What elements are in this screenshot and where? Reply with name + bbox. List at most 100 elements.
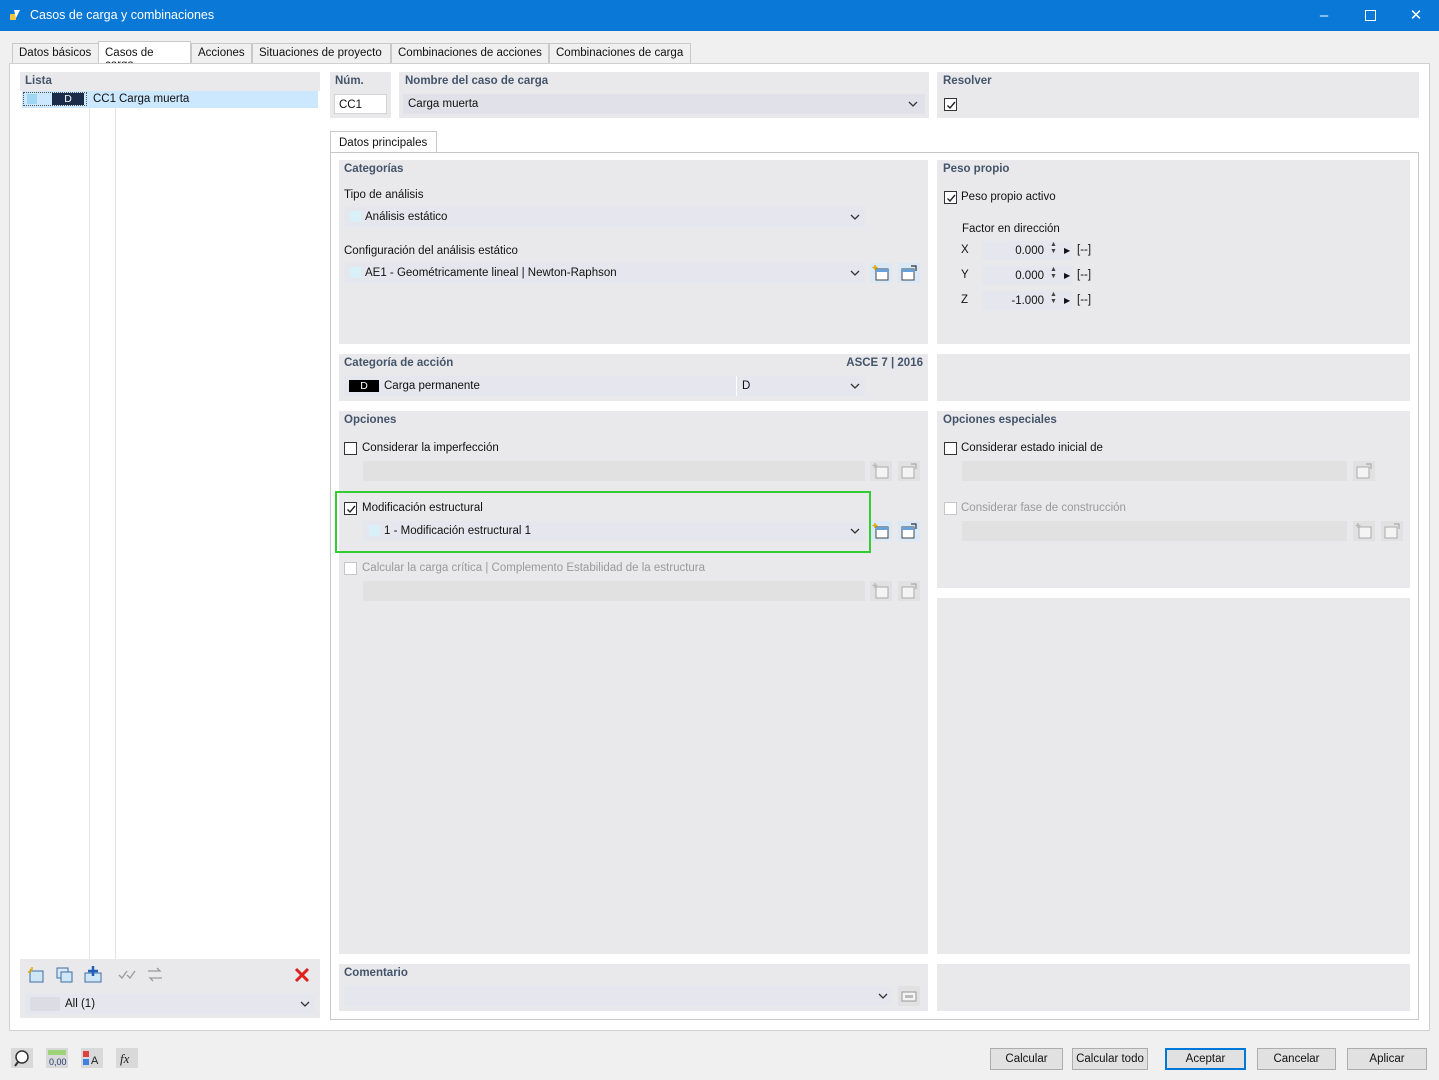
check-all-button[interactable]	[116, 965, 138, 985]
formula-button[interactable]: fx	[115, 1047, 139, 1069]
accion-panel: Categoría de acción ASCE 7 | 2016 D Carg…	[339, 354, 928, 401]
factor-x-unit: [--]	[1077, 244, 1092, 256]
renumber-icon	[148, 967, 162, 982]
initial-state-checkbox[interactable]	[944, 442, 957, 455]
num-field[interactable]: CC1	[334, 94, 387, 114]
formula-icon: fx	[116, 1048, 138, 1068]
chevron-down-icon	[850, 214, 860, 220]
new-item-button[interactable]	[25, 965, 47, 985]
calcular-button[interactable]: Calcular	[990, 1048, 1063, 1070]
edit-construction-button[interactable]	[1381, 521, 1403, 541]
tab-combinaciones-carga[interactable]: Combinaciones de carga	[549, 43, 691, 63]
list-filter-combo[interactable]: All (1)	[25, 994, 315, 1014]
critical-load-checkbox[interactable]	[344, 562, 357, 575]
axis-x-label: X	[961, 244, 969, 256]
tab-datos-basicos[interactable]: Datos básicos	[12, 43, 99, 63]
comentario-side-panel	[937, 964, 1410, 1011]
imperfection-combo[interactable]	[363, 461, 865, 481]
new-construction-button[interactable]	[1353, 521, 1375, 541]
expand-arrow-icon: ▶	[1064, 246, 1071, 255]
new-icon	[1355, 523, 1372, 539]
window-title: Casos de carga y combinaciones	[30, 8, 215, 22]
edit-imperfection-button[interactable]	[898, 461, 920, 481]
new-modification-button[interactable]	[870, 521, 892, 541]
aplicar-button[interactable]: Aplicar	[1347, 1048, 1427, 1070]
list-panel: Lista D CC1 Carga muerta All (1)	[20, 72, 320, 1018]
help-icon	[11, 1048, 33, 1068]
edit-critical-button[interactable]	[898, 581, 920, 601]
list-item[interactable]: D CC1 Carga muerta	[22, 91, 318, 108]
edit-config-button[interactable]	[898, 263, 920, 283]
new-imperfection-button[interactable]	[870, 461, 892, 481]
tab-datos-principales[interactable]: Datos principales	[330, 131, 437, 153]
analysis-type-combo[interactable]: Análisis estático	[344, 207, 865, 227]
static-config-combo[interactable]: AE1 - Geométricamente lineal | Newton-Ra…	[344, 263, 865, 283]
edit-initial-state-button[interactable]	[1353, 461, 1375, 481]
factor-x-input[interactable]: 0.000 ▲ ▼ ▶	[982, 241, 1072, 260]
new-critical-button[interactable]	[870, 581, 892, 601]
peso-propio-panel: Peso propio Peso propio activo Factor en…	[937, 160, 1410, 344]
text-style-button[interactable]: A	[80, 1047, 104, 1069]
factor-y-unit: [--]	[1077, 269, 1092, 281]
tab-situaciones[interactable]: Situaciones de proyecto	[252, 43, 391, 63]
edit-modification-button[interactable]	[898, 521, 920, 541]
case-name-label: Nombre del caso de carga	[405, 75, 549, 87]
list-area: D CC1 Carga muerta	[20, 91, 320, 959]
tab-acciones[interactable]: Acciones	[191, 43, 252, 63]
new-icon	[872, 463, 889, 479]
tab-casos-de-carga[interactable]: Casos de carga	[98, 41, 191, 71]
construction-phase-combo[interactable]	[962, 521, 1347, 541]
edit-icon	[901, 523, 917, 539]
import-item-button[interactable]	[82, 965, 104, 985]
minimize-button[interactable]: –	[1301, 0, 1347, 31]
factor-y-input[interactable]: 0.000 ▲ ▼ ▶	[982, 266, 1072, 285]
maximize-button[interactable]	[1347, 0, 1393, 31]
svg-text:A: A	[91, 1055, 99, 1067]
resolve-checkbox[interactable]	[944, 98, 957, 111]
edit-icon	[1384, 523, 1400, 539]
new-config-button[interactable]	[870, 263, 892, 283]
svg-text:0,00: 0,00	[49, 1057, 67, 1067]
imperfection-checkbox[interactable]	[344, 442, 357, 455]
list-item-name: Carga muerta	[119, 93, 190, 105]
case-name-combo[interactable]: Carga muerta	[403, 94, 925, 114]
new-icon	[872, 583, 889, 599]
static-config-label: Configuración del análisis estático	[344, 245, 518, 257]
copy-item-button[interactable]	[54, 965, 76, 985]
chevron-down-icon	[878, 993, 888, 999]
case-name-panel: Nombre del caso de carga Carga muerta	[399, 72, 929, 118]
copy-icon	[56, 967, 73, 983]
comment-combo[interactable]	[344, 986, 892, 1006]
list-header: Lista	[25, 75, 52, 87]
spin-arrows-icon: ▲ ▼	[1050, 291, 1057, 305]
tab-combinaciones-acciones[interactable]: Combinaciones de acciones	[391, 43, 549, 63]
help-button[interactable]	[10, 1047, 34, 1069]
peso-propio-checkbox[interactable]	[944, 191, 957, 204]
construction-phase-checkbox[interactable]	[944, 502, 957, 515]
peso-propio-label: Peso propio activo	[961, 191, 1056, 203]
axis-z-label: Z	[961, 294, 969, 306]
units-icon: 0,00	[46, 1048, 68, 1068]
accion-code: D	[742, 380, 751, 392]
highlight-frame	[335, 491, 871, 553]
critical-load-combo[interactable]	[363, 581, 865, 601]
factor-z-input[interactable]: -1.000 ▲ ▼ ▶	[982, 291, 1072, 310]
delete-item-button[interactable]	[291, 965, 313, 985]
calcular-todo-button[interactable]: Calcular todo	[1072, 1048, 1148, 1070]
close-window-button[interactable]: ✕	[1393, 0, 1439, 31]
list-item-id: CC1	[93, 93, 117, 105]
aceptar-button[interactable]: Aceptar	[1165, 1048, 1246, 1070]
units-button[interactable]: 0,00	[45, 1047, 69, 1069]
initial-state-combo[interactable]	[962, 461, 1347, 481]
new-icon	[872, 523, 889, 539]
comment-library-button[interactable]	[898, 986, 920, 1006]
num-panel: Núm. CC1	[330, 72, 391, 118]
list-item-badge: D	[52, 93, 84, 105]
cancelar-button[interactable]: Cancelar	[1257, 1048, 1336, 1070]
accion-combo[interactable]: D Carga permanente D	[344, 376, 865, 396]
renumber-button[interactable]	[144, 965, 166, 985]
add-icon	[84, 966, 102, 983]
opciones-especiales-panel: Opciones especiales Considerar estado in…	[937, 411, 1410, 588]
num-label: Núm.	[335, 75, 364, 87]
new-icon	[872, 265, 889, 281]
